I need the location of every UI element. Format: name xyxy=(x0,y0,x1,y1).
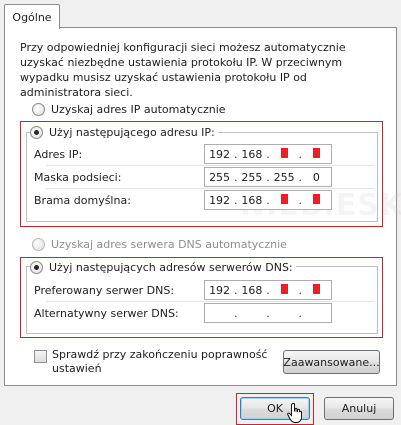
validate-checkbox-label: Sprawdź przy zakończeniu poprawność usta… xyxy=(52,348,268,375)
ip-octet[interactable]: 0 xyxy=(305,171,327,184)
ip-dot: . xyxy=(266,306,270,320)
redaction-mark xyxy=(312,283,320,294)
ip-octet[interactable]: 168 xyxy=(241,148,263,161)
ip-dot: . xyxy=(266,283,270,297)
ip-octet[interactable]: 168 xyxy=(241,284,263,297)
ip-octet[interactable] xyxy=(305,147,327,161)
redaction-mark xyxy=(280,283,288,294)
ip-dot: . xyxy=(298,306,303,320)
radio-ip-manual-label: Użyj następującego adresu IP: xyxy=(49,125,215,139)
field-row: Brama domyślna: 192. 168.. xyxy=(34,189,339,211)
ip-octet[interactable]: 255 xyxy=(241,171,263,184)
ip-octet[interactable]: 255 xyxy=(209,171,231,184)
advanced-button-label: Zaawansowane... xyxy=(283,355,380,369)
field-label: Preferowany serwer DNS: xyxy=(34,283,175,297)
field-label: Alternatywny serwer DNS: xyxy=(34,306,179,320)
ip-octet[interactable]: 192 xyxy=(209,194,231,207)
ip-octet[interactable] xyxy=(273,147,295,161)
ip-octet[interactable]: 168 xyxy=(241,194,263,207)
ip-address-input[interactable]: ... xyxy=(204,303,332,323)
validate-checkbox-row[interactable]: Sprawdź przy zakończeniu poprawność usta… xyxy=(34,348,272,376)
ip-octet[interactable] xyxy=(305,283,327,297)
ip-fields: Adres IP: 192. 168.. Maska podsieci: 255. 255… xyxy=(34,143,374,211)
redaction-mark xyxy=(312,193,320,204)
dns-fields: Preferowany serwer DNS: 192. 168.. Alternat… xyxy=(34,279,374,324)
ip-dot: . xyxy=(266,147,270,161)
ip-address-input[interactable]: 192. 168.. xyxy=(204,144,332,164)
radio-dns-manual-label: Użyj następujących adresów serwerów DNS: xyxy=(49,260,293,274)
ip-dot: . xyxy=(266,193,270,207)
cancel-button[interactable]: Anuluj xyxy=(324,397,394,420)
redaction-mark xyxy=(280,193,288,204)
radio-ip-auto-label: Uzyskaj adres IP automatycznie xyxy=(51,102,226,116)
field-label: Brama domyślna: xyxy=(34,193,131,207)
intro-text: Przy odpowiedniej konfiguracji sieci moż… xyxy=(20,41,346,99)
tab-label: Ogólne xyxy=(12,10,52,24)
ip-octet[interactable] xyxy=(305,193,327,207)
ip-octet[interactable]: 192 xyxy=(209,148,231,161)
radio-dns-auto-indicator[interactable] xyxy=(32,237,45,251)
cancel-button-label: Anuluj xyxy=(341,402,377,415)
ip-dot: . xyxy=(233,283,238,297)
ip-octet[interactable] xyxy=(273,193,295,207)
hand-cursor-icon xyxy=(287,403,302,423)
redaction-mark xyxy=(280,147,288,158)
ip-address-input[interactable]: 192. 168.. xyxy=(204,280,332,300)
ip-octet[interactable]: 255 xyxy=(273,171,295,184)
ip-dot: . xyxy=(266,170,270,184)
ip-address-input[interactable]: 255. 255. 255. 0 xyxy=(204,167,332,187)
ip-dot: . xyxy=(298,193,303,207)
radio-dns-auto-label: Uzyskaj adres serwera DNS automatycznie xyxy=(51,237,287,251)
field-row: Alternatywny serwer DNS:... xyxy=(34,302,339,324)
radio-ip-auto-indicator[interactable] xyxy=(32,102,45,116)
ip-dot: . xyxy=(233,170,238,184)
field-label: Maska podsieci: xyxy=(34,170,122,184)
field-row: Preferowany serwer DNS: 192. 168.. xyxy=(34,279,339,301)
radio-ip-auto[interactable]: Uzyskaj adres IP automatycznie xyxy=(32,101,226,117)
ip-octet[interactable] xyxy=(273,283,295,297)
radio-dns-manual-indicator[interactable] xyxy=(30,260,43,274)
ip-dot: . xyxy=(233,147,238,161)
ip-address-input[interactable]: 192. 168.. xyxy=(204,190,332,210)
radio-ip-manual-indicator[interactable] xyxy=(30,125,43,139)
field-row: Maska podsieci: 255. 255. 255. 0 xyxy=(34,166,339,188)
radio-dns-auto[interactable]: Uzyskaj adres serwera DNS automatycznie xyxy=(32,236,287,252)
validate-checkbox[interactable] xyxy=(34,350,47,363)
advanced-button[interactable]: Zaawansowane... xyxy=(283,350,380,374)
ip-dot: . xyxy=(298,147,303,161)
radio-ip-manual[interactable]: Użyj następującego adresu IP: xyxy=(30,124,218,140)
tab-general[interactable]: Ogólne xyxy=(4,4,60,29)
field-label: Adres IP: xyxy=(34,147,83,161)
ip-dot: . xyxy=(233,193,238,207)
ip-dot: . xyxy=(298,283,303,297)
radio-dns-manual[interactable]: Użyj następujących adresów serwerów DNS: xyxy=(30,259,296,275)
ip-octet[interactable]: 192 xyxy=(209,284,231,297)
ok-button-label: OK xyxy=(267,402,283,415)
field-row: Adres IP: 192. 168.. xyxy=(34,143,339,165)
ip-dot: . xyxy=(233,306,238,320)
ip-dot: . xyxy=(298,170,303,184)
redaction-mark xyxy=(312,147,320,158)
